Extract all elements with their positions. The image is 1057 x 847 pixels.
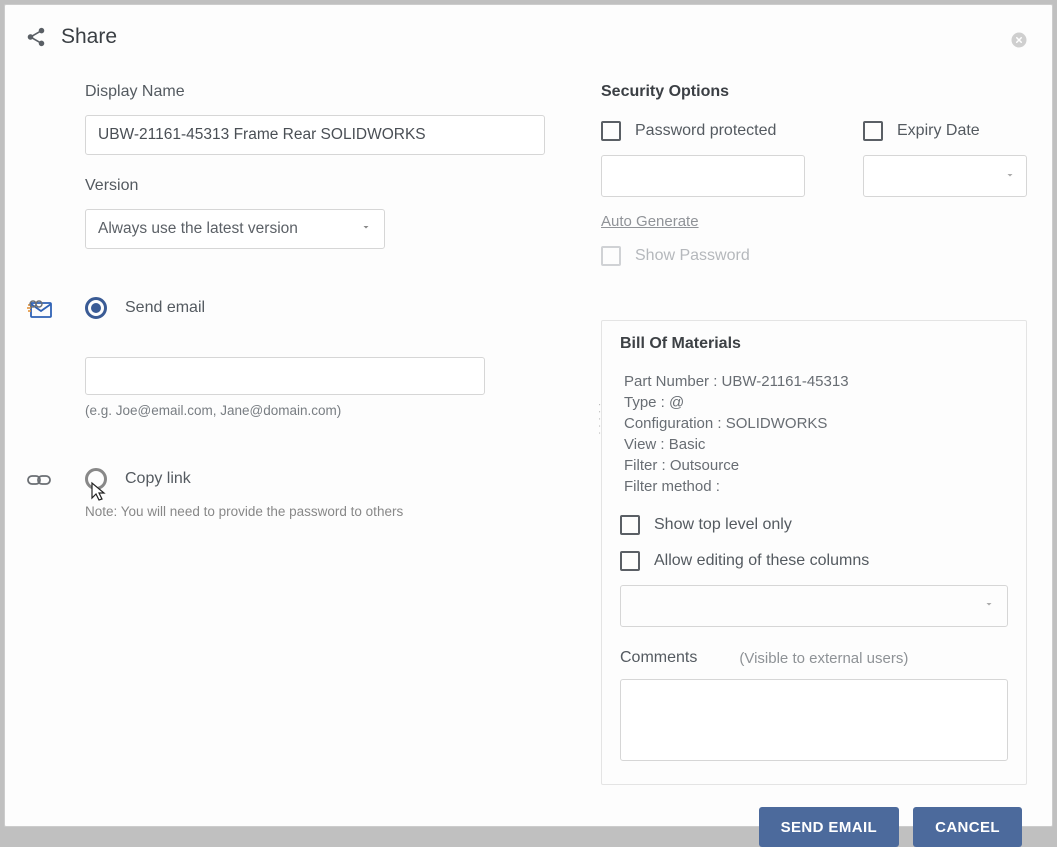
copy-link-note: Note: You will need to provide the passw… xyxy=(85,504,545,519)
dialog-title: Share xyxy=(61,25,117,49)
send-email-radio[interactable] xyxy=(85,297,107,319)
version-selected: Always use the latest version xyxy=(98,220,298,238)
bom-part-number: Part Number : UBW-21161-45313 xyxy=(624,371,1008,392)
password-input[interactable] xyxy=(601,155,805,197)
copy-link-label: Copy link xyxy=(125,470,191,488)
link-icon xyxy=(27,472,53,494)
cancel-button[interactable]: CANCEL xyxy=(913,807,1022,847)
auto-generate-link[interactable]: Auto Generate xyxy=(601,213,813,230)
copy-link-method: Copy link xyxy=(85,468,545,490)
expiry-date-input[interactable] xyxy=(863,155,1027,197)
chevron-down-icon xyxy=(983,597,995,615)
bom-view: View : Basic xyxy=(624,434,1008,455)
chevron-down-icon xyxy=(1004,168,1016,186)
send-email-button[interactable]: SEND EMAIL xyxy=(759,807,900,847)
version-label: Version xyxy=(85,177,545,195)
editable-columns-select[interactable] xyxy=(620,585,1008,627)
bom-type: Type : @ xyxy=(624,392,1008,413)
bom-title: Bill Of Materials xyxy=(620,335,1008,353)
dialog-footer: SEND EMAIL CANCEL xyxy=(25,807,1032,847)
allow-editing-label: Allow editing of these columns xyxy=(654,552,869,570)
bom-filter: Filter : Outsource xyxy=(624,455,1008,476)
display-name-label: Display Name xyxy=(85,83,545,101)
version-select[interactable]: Always use the latest version xyxy=(85,209,385,249)
email-recipients-input[interactable] xyxy=(85,357,485,395)
copy-link-radio[interactable] xyxy=(85,468,107,490)
expiry-date-checkbox[interactable] xyxy=(863,121,883,141)
share-dialog: Share Display Name Version Always use th… xyxy=(4,4,1053,827)
email-hint: (e.g. Joe@email.com, Jane@domain.com) xyxy=(85,403,485,418)
expiry-date-label: Expiry Date xyxy=(897,122,980,140)
password-protected-label: Password protected xyxy=(635,122,776,140)
show-password-label: Show Password xyxy=(635,247,750,265)
dialog-header: Share xyxy=(25,25,1032,49)
allow-editing-checkbox[interactable] xyxy=(620,551,640,571)
show-top-level-label: Show top level only xyxy=(654,516,792,534)
bom-meta: Part Number : UBW-21161-45313 Type : @ C… xyxy=(620,371,1008,497)
send-email-method: Send email xyxy=(85,297,545,319)
security-options-title: Security Options xyxy=(601,83,1027,101)
share-icon xyxy=(25,26,47,48)
bom-panel: Bill Of Materials Part Number : UBW-2116… xyxy=(601,320,1027,785)
comments-visible-note: (Visible to external users) xyxy=(739,650,908,667)
show-password-checkbox[interactable] xyxy=(601,246,621,266)
chevron-down-icon xyxy=(360,220,372,238)
comments-label: Comments xyxy=(620,649,697,667)
bom-filter-method: Filter method : xyxy=(624,476,1008,497)
close-button[interactable] xyxy=(1010,31,1028,49)
display-name-input[interactable] xyxy=(85,115,545,155)
show-top-level-checkbox[interactable] xyxy=(620,515,640,535)
email-icon xyxy=(27,299,53,321)
send-email-label: Send email xyxy=(125,299,205,317)
comments-textarea[interactable] xyxy=(620,679,1008,761)
password-protected-checkbox[interactable] xyxy=(601,121,621,141)
bom-configuration: Configuration : SOLIDWORKS xyxy=(624,413,1008,434)
